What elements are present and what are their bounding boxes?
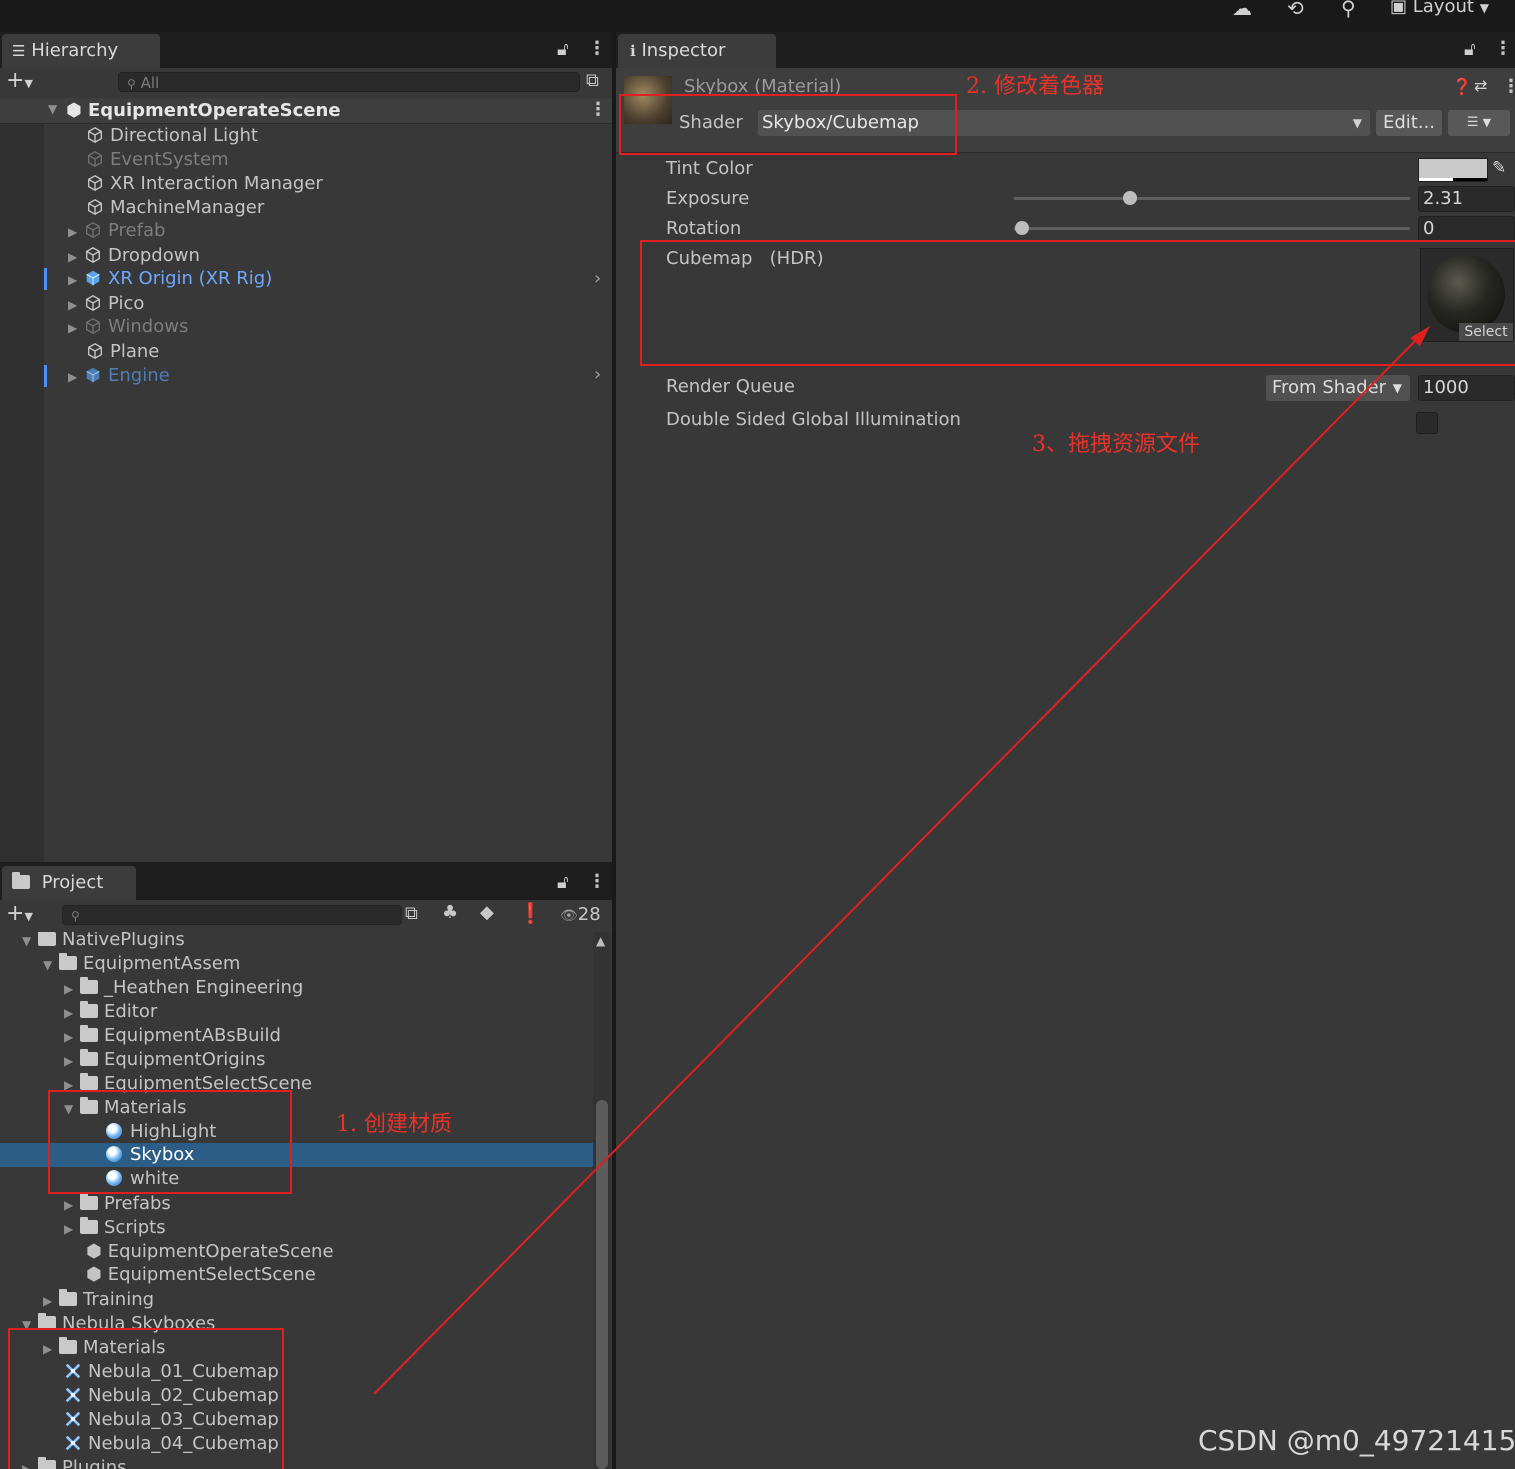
watermark-text: CSDN @m0_49721415 <box>1198 1424 1515 1457</box>
annotation-arrow <box>373 326 1430 1395</box>
